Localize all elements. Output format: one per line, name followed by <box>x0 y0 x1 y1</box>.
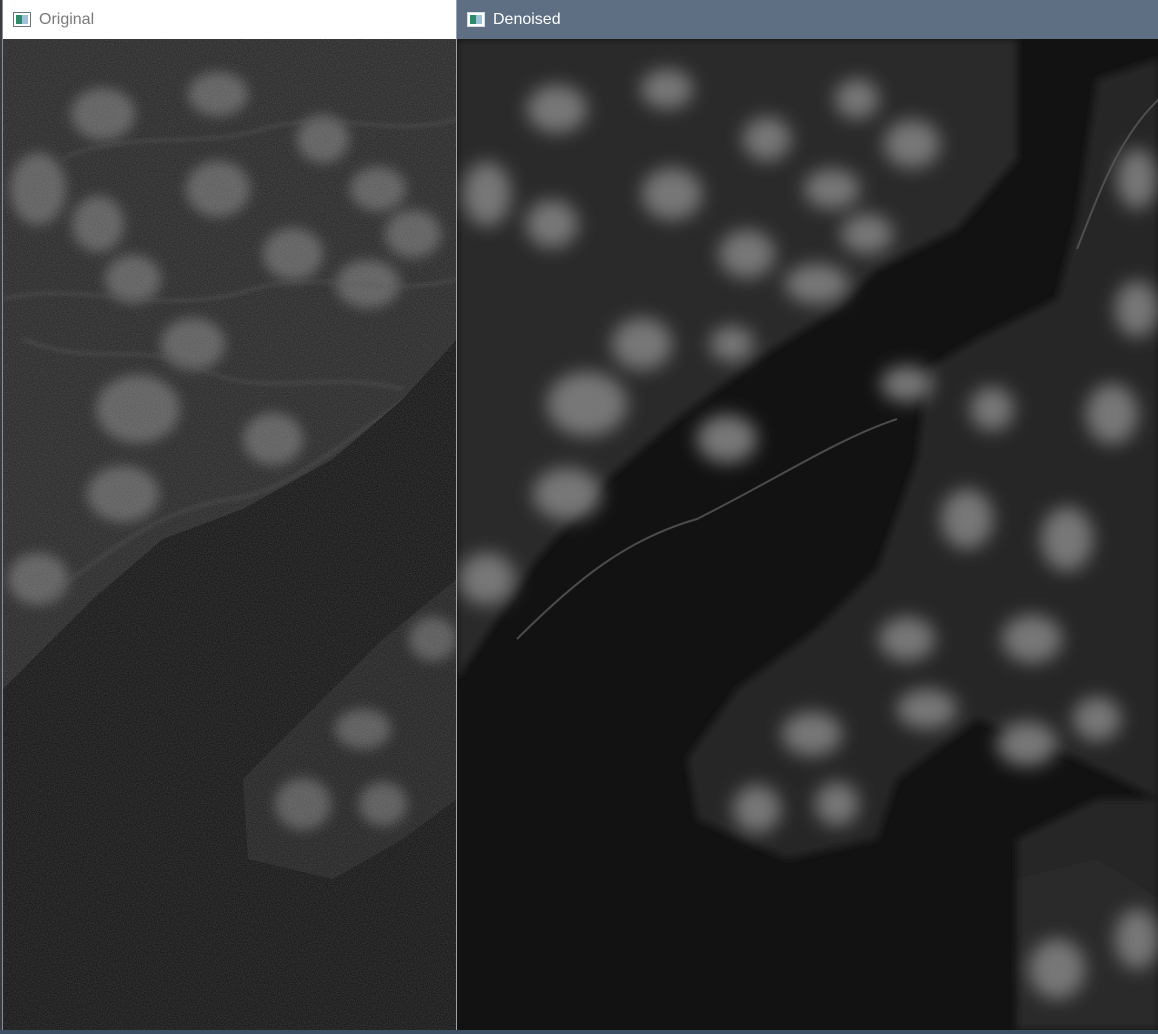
denoised-image[interactable] <box>457 39 1158 1030</box>
desktop: Original Denoised <box>0 0 1158 1034</box>
original-window[interactable]: Original <box>2 0 457 1030</box>
image-window-icon <box>13 12 31 27</box>
original-titlebar[interactable]: Original <box>3 0 457 39</box>
taskbar-strip <box>0 1030 1158 1034</box>
image-window-icon <box>467 12 485 27</box>
denoised-window[interactable]: Denoised <box>456 0 1158 1030</box>
denoised-titlebar[interactable]: Denoised <box>457 0 1158 39</box>
denoised-window-title: Denoised <box>493 10 561 28</box>
original-window-title: Original <box>39 10 95 28</box>
denoised-image-svg <box>457 39 1158 1030</box>
original-image[interactable] <box>3 39 457 1030</box>
original-image-svg <box>3 39 457 1030</box>
